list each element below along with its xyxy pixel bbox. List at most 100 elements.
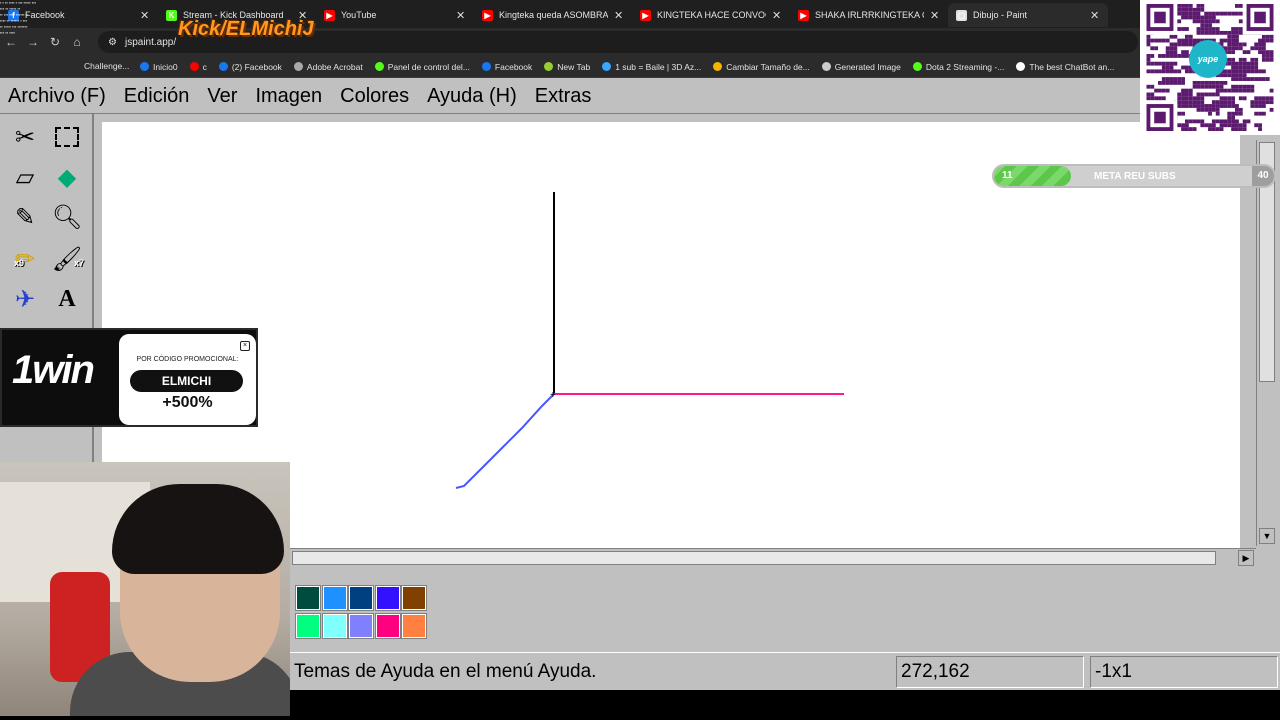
blue-diagonal-stroke (455, 393, 555, 489)
menu-item[interactable]: Colores (340, 85, 409, 108)
stream-chat-overlay: ▪ ▪ ▪▪ ▪▪▪▪ ▪ ▪▪▪ ▪▪▪▪▪ ▪▪▪ ▪▪▪ ▪▪ ▪▪▪▪▪ … (0, 0, 37, 35)
tab-close-icon[interactable]: ✕ (614, 9, 624, 22)
pencil-icon[interactable]: ✏ (6, 240, 44, 278)
bookmarks-bar: Challenge... Inicio0 c (2) Facebook Adobe A… (0, 56, 1280, 78)
sponsor-logo: 1win (12, 348, 95, 392)
bookmark-label: 1 sub = Baile | 3D Az... (615, 61, 702, 72)
menu-item[interactable]: Extras (535, 85, 592, 108)
donation-qr-code: yape (1140, 0, 1280, 135)
color-swatch[interactable] (401, 613, 427, 639)
bookmark-item[interactable]: (2) Facebook (218, 61, 282, 72)
tab-close-icon[interactable]: ✕ (1090, 9, 1100, 22)
color-swatch[interactable] (374, 585, 401, 611)
color-swatch[interactable] (348, 585, 374, 611)
bookmark-label: c (202, 61, 207, 72)
close-icon: × (240, 341, 250, 351)
color-swatch[interactable] (348, 613, 374, 639)
bookmark-label: Dota 2 Streaming -... (925, 61, 1005, 72)
bookmark-label: Generated Image (834, 61, 901, 72)
color-swatch[interactable] (321, 585, 348, 611)
subs-goal-current: 11 (1002, 170, 1013, 181)
tab-favicon-icon: ▢ (956, 9, 967, 21)
magnifier-icon[interactable]: 🔍︎ (48, 198, 86, 236)
fill-bucket-icon[interactable]: ◆ (48, 158, 86, 196)
browser-tab[interactable]: ▶ YouTube ✕ (316, 3, 474, 27)
tab-close-icon[interactable]: ✕ (140, 9, 150, 22)
browser-tab[interactable]: ▢ Dibujo - Paint ✕ (948, 3, 1108, 27)
tab-favicon-icon: ▶ (482, 9, 493, 21)
tab-close-icon[interactable]: ✕ (456, 9, 466, 22)
bookmark-label: Cambiar Tamaño de... (726, 61, 810, 72)
menu-item[interactable]: Ayuda (H) (427, 85, 517, 108)
color-swatch[interactable] (295, 613, 321, 639)
tab-title: YouTube (341, 10, 377, 20)
promo-prompt: POR CÓDIGO PROMOCIONAL: (136, 356, 239, 363)
color-swatch[interactable] (401, 585, 427, 611)
text-tool-icon[interactable]: A (48, 280, 86, 318)
tab-title: Dibujo - Paint (973, 10, 1028, 20)
tab-title: KINGTEKA HACE CONVOCA (657, 10, 766, 20)
bookmark-item[interactable]: 1 sub = Baile | 3D Az... (602, 62, 701, 72)
eraser-icon[interactable]: ▱ (6, 158, 44, 196)
menu-item[interactable]: Ver (207, 85, 237, 108)
status-bar: Temas de Ayuda en el menú Ayuda. 272,162… (290, 652, 1280, 690)
subs-goal-target: 40 (1252, 166, 1274, 186)
vertical-scrollbar[interactable]: ▼ (1256, 140, 1276, 546)
tab-title: SHAKA IRLRRKINGTEKA QUIER (815, 10, 924, 20)
browser-tab[interactable]: ▶ Kingteka queda ASOMBRADO ✕ (474, 3, 632, 27)
tab-close-icon[interactable]: ✕ (772, 9, 782, 22)
channel-brand-logo: Kick/ELMichiJ (178, 18, 314, 40)
tab-close-icon[interactable]: ✕ (930, 9, 940, 22)
bookmark-icon (218, 62, 228, 71)
promo-code: ELMICHI (130, 370, 243, 392)
bookmark-label: Adobe Acrobat (306, 61, 363, 72)
scroll-right-icon[interactable]: ▶ (1238, 550, 1254, 566)
streamer-webcam (0, 462, 290, 716)
horizontal-scroll-thumb[interactable] (292, 551, 1216, 565)
bookmark-item[interactable]: The best ChatBot an... (1016, 62, 1114, 72)
browser-tab[interactable]: ▶ SHAKA IRLRRKINGTEKA QUIER ✕ (790, 3, 948, 27)
bookmark-icon (293, 62, 303, 71)
tab-favicon-icon: K (166, 9, 177, 21)
sticker-count-2: x7 (74, 258, 85, 268)
bookmark-label: The best ChatBot an... (1029, 61, 1115, 72)
bookmark-item[interactable]: Panel de control del... (374, 62, 470, 72)
bookmark-item[interactable]: New Tab (544, 62, 590, 72)
status-coordinates: 272,162 (896, 656, 1084, 688)
bookmark-label: Facebook (494, 61, 533, 72)
horizontal-scrollbar[interactable]: ▶ (290, 548, 1256, 566)
bookmark-icon (821, 62, 831, 71)
browser-tab[interactable]: ▶ KINGTEKA HACE CONVOCA ✕ (632, 3, 790, 27)
scroll-down-icon[interactable]: ▼ (1259, 528, 1275, 544)
color-picker-icon[interactable]: ✎ (6, 198, 44, 236)
color-swatch[interactable] (374, 613, 401, 639)
menu-item[interactable]: Imagen (255, 85, 322, 108)
bookmark-item[interactable]: Generated Image (821, 61, 901, 72)
crosshair-cursor-icon: + (550, 390, 556, 401)
bookmark-item[interactable]: Facebook (481, 61, 533, 72)
bookmark-icon (602, 62, 612, 71)
subs-goal-bar: 11 META REU SUBS 40 (992, 164, 1276, 188)
airbrush-icon[interactable]: ✈ (6, 280, 44, 318)
color-palette (290, 568, 1280, 652)
status-message: Temas de Ayuda en el menú Ayuda. (294, 661, 597, 682)
paint-menubar: Archivo (F) Edición Ver Imagen Colores Ayuda … (0, 80, 1280, 114)
bookmark-item[interactable]: Dota 2 Streaming -... (912, 61, 1005, 72)
bookmark-label: (2) Facebook (231, 61, 282, 72)
bookmark-icon (713, 62, 723, 71)
tab-favicon-icon: ▶ (324, 9, 335, 21)
color-swatch[interactable] (321, 613, 348, 639)
bookmark-item[interactable]: Adobe Acrobat (293, 61, 363, 72)
bookmark-item[interactable]: c (189, 61, 207, 72)
bookmark-icon (189, 62, 199, 71)
sticker-count-1: x9 (14, 258, 25, 268)
bookmark-icon (912, 62, 922, 71)
status-selection-size: -1x1 (1090, 656, 1278, 688)
color-swatch[interactable] (295, 585, 321, 611)
bookmark-item[interactable]: Cambiar Tamaño de... (713, 61, 810, 72)
tab-favicon-icon: ▶ (798, 9, 809, 21)
bookmark-item[interactable]: Inicio0 (140, 62, 178, 72)
subs-goal-label: META REU SUBS (1094, 171, 1176, 182)
tab-title: Kingteka queda ASOMBRADO (499, 10, 608, 20)
sponsor-promo-banner: 1win × POR CÓDIGO PROMOCIONAL: ELMICHI +… (0, 328, 258, 427)
